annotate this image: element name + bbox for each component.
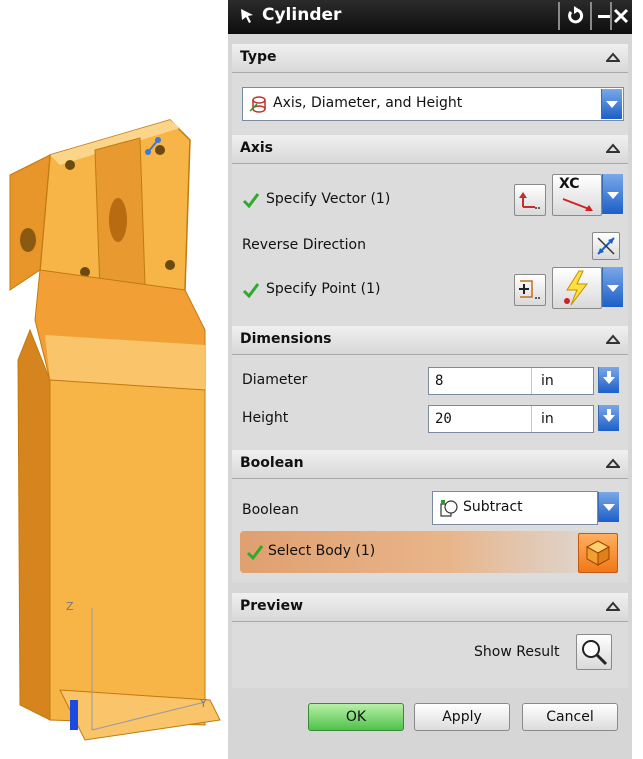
height-unit: in: [541, 411, 554, 427]
point-dialog-button[interactable]: [514, 274, 546, 306]
section-title-type: Type: [240, 49, 277, 65]
chevron-up-icon: [606, 334, 620, 344]
chevron-up-icon: [606, 143, 620, 153]
chevron-up-icon: [606, 458, 620, 468]
checkmark-icon: [246, 545, 264, 560]
apply-button[interactable]: Apply: [414, 703, 510, 731]
diameter-unit-dropdown[interactable]: [598, 367, 619, 393]
graphics-viewport[interactable]: Z Y: [0, 0, 228, 759]
select-body-button[interactable]: [578, 533, 618, 573]
dialog-titlebar[interactable]: Cylinder: [228, 0, 632, 34]
point-option-dropdown[interactable]: [602, 267, 623, 307]
section-header-type[interactable]: Type: [232, 44, 628, 73]
checkmark-icon: [242, 283, 260, 298]
diameter-input[interactable]: 8 in: [428, 367, 594, 395]
section-title-boolean: Boolean: [240, 455, 304, 471]
cursor-arrow-icon: [241, 9, 253, 23]
cylinder-type-icon: [249, 96, 266, 113]
reverse-direction-button[interactable]: [592, 232, 620, 260]
ok-button[interactable]: OK: [308, 703, 404, 731]
vector-option-dropdown[interactable]: [602, 174, 623, 214]
section-body-preview: Show Result: [232, 622, 628, 688]
boolean-value: Subtract: [463, 499, 523, 515]
select-body-row[interactable]: Select Body (1): [240, 531, 618, 573]
chevron-up-icon: [606, 52, 620, 62]
chevron-up-icon: [606, 601, 620, 611]
point-option-button[interactable]: [552, 267, 602, 309]
section-body-boolean: Boolean Subtract Select Body (1): [232, 479, 628, 583]
height-value: 20: [435, 411, 452, 427]
section-title-dimensions: Dimensions: [240, 331, 332, 347]
cylinder-dialog: Cylinder Type Axis, Diameter, and Height…: [228, 0, 632, 759]
section-title-preview: Preview: [240, 598, 304, 614]
section-header-boolean[interactable]: Boolean: [232, 450, 628, 479]
vector-option-label: XC: [559, 176, 580, 192]
show-result-label: Show Result: [474, 644, 560, 660]
boolean-option-dropdown[interactable]: [598, 492, 619, 522]
section-header-axis[interactable]: Axis: [232, 135, 628, 164]
diameter-value: 8: [435, 373, 444, 389]
height-unit-dropdown[interactable]: [598, 405, 619, 431]
boolean-label: Boolean: [242, 502, 299, 518]
part-model[interactable]: [0, 0, 228, 759]
dialog-body: Type Axis, Diameter, and Height Axis Spe…: [228, 34, 632, 759]
section-title-axis: Axis: [240, 140, 273, 156]
close-icon[interactable]: [610, 3, 632, 29]
subtract-icon: [440, 500, 458, 517]
section-header-preview[interactable]: Preview: [232, 593, 628, 622]
height-label: Height: [242, 410, 289, 426]
height-input[interactable]: 20 in: [428, 405, 594, 433]
vector-dialog-button[interactable]: [514, 184, 546, 216]
solid-body-icon: [585, 540, 611, 566]
section-body-dimensions: Diameter 8 in Height 20 in: [232, 355, 628, 450]
specify-point-label[interactable]: Specify Point (1): [266, 281, 380, 297]
specify-vector-label[interactable]: Specify Vector (1): [266, 191, 390, 207]
diameter-unit: in: [541, 373, 554, 389]
boolean-dropdown[interactable]: Subtract: [432, 491, 598, 525]
vector-constructor-icon: [519, 192, 540, 209]
type-dropdown-value: Axis, Diameter, and Height: [273, 95, 463, 111]
point-constructor-icon: [519, 280, 540, 299]
reverse-direction-label: Reverse Direction: [242, 237, 366, 253]
checkmark-icon: [242, 193, 260, 208]
diameter-label: Diameter: [242, 372, 308, 388]
triad-y-label: Y: [200, 697, 207, 710]
vector-option-button[interactable]: XC: [552, 174, 602, 216]
section-header-dimensions[interactable]: Dimensions: [232, 326, 628, 355]
select-body-label: Select Body (1): [268, 543, 376, 559]
triad-z-label: Z: [66, 600, 74, 613]
section-body-type: Axis, Diameter, and Height: [232, 73, 628, 135]
chevron-down-icon[interactable]: [601, 89, 622, 119]
inferred-point-icon: [564, 270, 589, 306]
dialog-title: Cylinder: [262, 5, 342, 25]
reverse-direction-icon: [597, 237, 615, 255]
section-body-axis: Specify Vector (1) XC Reverse Direction: [232, 164, 628, 326]
magnifier-icon: [582, 640, 608, 666]
cancel-button[interactable]: Cancel: [522, 703, 618, 731]
type-dropdown[interactable]: Axis, Diameter, and Height: [242, 87, 624, 121]
reset-icon[interactable]: [564, 3, 588, 29]
xc-arrow-icon: [562, 198, 593, 211]
show-result-button[interactable]: [576, 634, 612, 670]
